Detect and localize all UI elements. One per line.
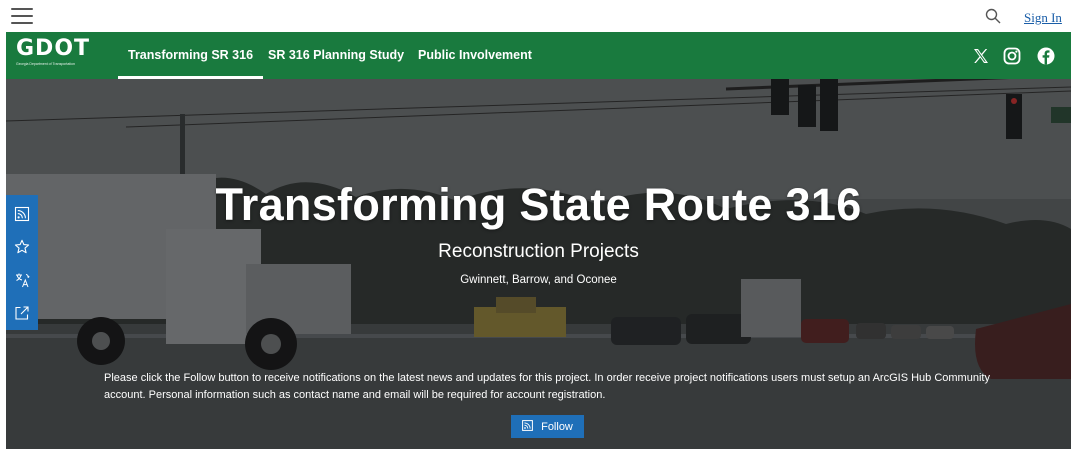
side-action-toolbar	[6, 195, 38, 330]
top-utility-bar: Sign In	[0, 0, 1071, 32]
hero-location: Gwinnett, Barrow, and Oconee	[460, 274, 617, 286]
main-nav-bar: GDOT Georgia Department of Transportatio…	[6, 32, 1071, 79]
hero-subtitle: Reconstruction Projects	[438, 241, 639, 262]
facebook-icon[interactable]	[1036, 46, 1056, 66]
nav-link-transforming-sr316[interactable]: Transforming SR 316	[117, 48, 264, 79]
hero-banner: Transforming State Route 316 Reconstruct…	[6, 79, 1071, 449]
follow-instructions-text: Please click the Follow button to receiv…	[104, 372, 990, 401]
hero-title: Transforming State Route 316	[215, 179, 862, 230]
nav-link-public-involvement[interactable]: Public Involvement	[418, 48, 532, 62]
follow-button-label: Follow	[541, 420, 573, 433]
search-icon[interactable]	[985, 8, 1001, 24]
gdot-logo[interactable]: GDOT Georgia Department of Transportatio…	[16, 38, 106, 74]
logo-subtext: Georgia Department of Transportation	[16, 62, 75, 66]
follow-icon	[522, 419, 533, 434]
share-icon[interactable]	[14, 305, 30, 321]
follow-icon[interactable]	[14, 206, 30, 222]
hamburger-icon[interactable]	[11, 8, 33, 24]
translate-icon[interactable]	[14, 272, 30, 288]
follow-button[interactable]: Follow	[511, 415, 584, 438]
instagram-icon[interactable]	[1002, 46, 1022, 66]
sign-in-link[interactable]: Sign In	[1024, 10, 1062, 26]
x-icon[interactable]	[971, 46, 991, 66]
logo-text: GDOT	[16, 36, 91, 61]
nav-link-planning-study[interactable]: SR 316 Planning Study	[268, 48, 404, 62]
star-icon[interactable]	[14, 239, 30, 255]
